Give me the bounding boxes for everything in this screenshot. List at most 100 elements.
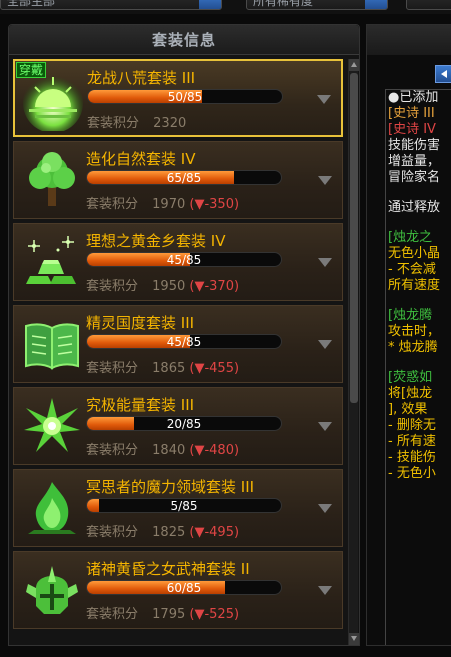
score-value: 1865 [152, 361, 186, 376]
valkyrie-helmet-icon [26, 566, 78, 614]
score-value: 1840 [152, 443, 186, 458]
detail-line: 所有速度 [388, 278, 441, 293]
score-delta: (▼-525) [189, 607, 240, 622]
set-item[interactable]: 穿戴 龙战八荒套装 III 50/85 套装积分 2320 [13, 59, 343, 137]
score-value: 1950 [152, 279, 186, 294]
chevron-down-icon [199, 0, 221, 9]
set-name: 精灵国度套装 III [86, 314, 195, 332]
progress-bar: 45/85 [86, 334, 282, 349]
progress-bar: 5/85 [86, 498, 282, 513]
set-score: 套装积分 1970 (▼-350) [86, 193, 239, 212]
rarity-dropdown[interactable]: 所有稀有度 [246, 0, 388, 10]
flame-icon [28, 482, 76, 534]
set-score: 套装积分 1825 (▼-495) [86, 521, 239, 540]
scroll-up-icon[interactable] [349, 59, 359, 71]
progress-bar: 20/85 [86, 416, 282, 431]
detail-line: [荧惑如 [388, 370, 433, 385]
detail-line: - 所有速 [388, 434, 436, 449]
set-item[interactable]: 诸神黄昏之女武神套装 II 60/85 套装积分 1795 (▼-525) [13, 551, 343, 629]
rarity-dropdown-label: 所有稀有度 [253, 0, 314, 8]
scroll-down-icon[interactable] [349, 633, 359, 645]
set-info-panel: 套装信息 穿戴 龙战八荒套装 III 50/85 套装积分 2320 造化自然套… [8, 24, 360, 646]
detail-line [388, 356, 451, 370]
book-icon [25, 323, 79, 370]
gold-bars-icon [26, 236, 76, 284]
score-label: 套装积分 [87, 116, 140, 131]
detail-line: * 烛龙腾 [388, 340, 438, 355]
set-list: 穿戴 龙战八荒套装 III 50/85 套装积分 2320 造化自然套装 IV … [13, 59, 345, 645]
progress-text: 45/85 [166, 253, 202, 267]
detail-line: ●已添加 [388, 90, 439, 105]
set-item[interactable]: 冥思者的魔力领域套装 III 5/85 套装积分 1825 (▼-495) [13, 469, 343, 547]
detail-line: 无色小晶 [388, 246, 441, 261]
panel-title: 套装信息 [9, 25, 359, 55]
score-value: 2320 [153, 116, 187, 131]
progress-text: 60/85 [166, 581, 202, 595]
set-score: 套装积分 2320 [87, 112, 186, 131]
set-name: 龙战八荒套装 III [87, 69, 196, 87]
progress-bar: 45/85 [86, 252, 282, 267]
detail-line: - 技能伤 [388, 450, 436, 465]
detail-line: 通过释放 [388, 200, 441, 215]
top-filter-bar: 全部主部 所有稀有度 [0, 0, 451, 14]
extra-dropdown[interactable] [406, 0, 451, 10]
score-label: 套装积分 [86, 443, 139, 458]
expand-arrow-icon[interactable] [318, 258, 332, 267]
detail-line: 攻击时， [388, 324, 441, 339]
scrollbar[interactable] [348, 59, 359, 645]
progress-text: 5/85 [170, 499, 198, 513]
set-name: 造化自然套装 IV [86, 150, 196, 168]
set-score: 套装积分 1795 (▼-525) [86, 603, 239, 622]
score-label: 套装积分 [86, 361, 139, 376]
expand-arrow-icon[interactable] [318, 504, 332, 513]
progress-bar: 65/85 [86, 170, 282, 185]
progress-text: 50/85 [167, 90, 203, 104]
detail-line: 增益量， [388, 154, 441, 169]
set-item[interactable]: 究极能量套装 III 20/85 套装积分 1840 (▼-480) [13, 387, 343, 465]
set-item[interactable]: 理想之黄金乡套装 IV 45/85 套装积分 1950 (▼-370) [13, 223, 343, 301]
score-delta: (▼-480) [189, 443, 240, 458]
progress-bar: 60/85 [86, 580, 282, 595]
score-delta: (▼-455) [189, 361, 240, 376]
energy-burst-icon [24, 398, 80, 452]
detail-line: 冒险家名 [388, 170, 441, 185]
progress-text: 20/85 [166, 417, 202, 431]
score-delta: (▼-350) [189, 197, 240, 212]
chevron-down-icon [365, 0, 387, 9]
category-dropdown[interactable]: 全部主部 [0, 0, 222, 10]
score-value: 1795 [152, 607, 186, 622]
detail-line: [史诗 III [388, 106, 435, 121]
set-name: 冥思者的魔力领域套装 III [86, 478, 255, 496]
score-label: 套装积分 [86, 607, 139, 622]
set-item[interactable]: 精灵国度套装 III 45/85 套装积分 1865 (▼-455) [13, 305, 343, 383]
scroll-thumb[interactable] [350, 73, 358, 403]
progress-text: 65/85 [166, 171, 202, 185]
detail-line [388, 294, 451, 308]
score-delta: (▼-370) [189, 279, 240, 294]
detail-line [388, 186, 451, 200]
expand-arrow-icon[interactable] [317, 95, 331, 104]
detail-line: [烛龙之 [388, 230, 433, 245]
progress-bar: 50/85 [87, 89, 283, 104]
tree-icon [29, 152, 75, 206]
wearing-badge: 穿戴 [16, 62, 47, 78]
progress-text: 45/85 [166, 335, 202, 349]
expand-arrow-icon[interactable] [318, 176, 332, 185]
score-value: 1970 [152, 197, 186, 212]
set-score: 套装积分 1865 (▼-455) [86, 357, 239, 376]
set-detail-panel: ●已添加 [史诗 III [史诗 IV 技能伤害 增益量， 冒险家名 通过释放 [烛龙之 无色小… [366, 24, 451, 646]
detail-line [388, 216, 451, 230]
score-label: 套装积分 [86, 197, 139, 212]
set-item[interactable]: 造化自然套装 IV 65/85 套装积分 1970 (▼-350) [13, 141, 343, 219]
expand-arrow-icon[interactable] [318, 586, 332, 595]
prev-page-icon[interactable] [435, 65, 451, 83]
set-name: 究极能量套装 III [86, 396, 195, 414]
detail-line: - 无色小 [388, 466, 436, 481]
detail-line: - 不会减 [388, 262, 436, 277]
category-dropdown-label: 全部主部 [7, 0, 56, 8]
set-score: 套装积分 1950 (▼-370) [86, 275, 239, 294]
expand-arrow-icon[interactable] [318, 422, 332, 431]
detail-line: 技能伤害 [388, 138, 441, 153]
expand-arrow-icon[interactable] [318, 340, 332, 349]
score-value: 1825 [152, 525, 186, 540]
